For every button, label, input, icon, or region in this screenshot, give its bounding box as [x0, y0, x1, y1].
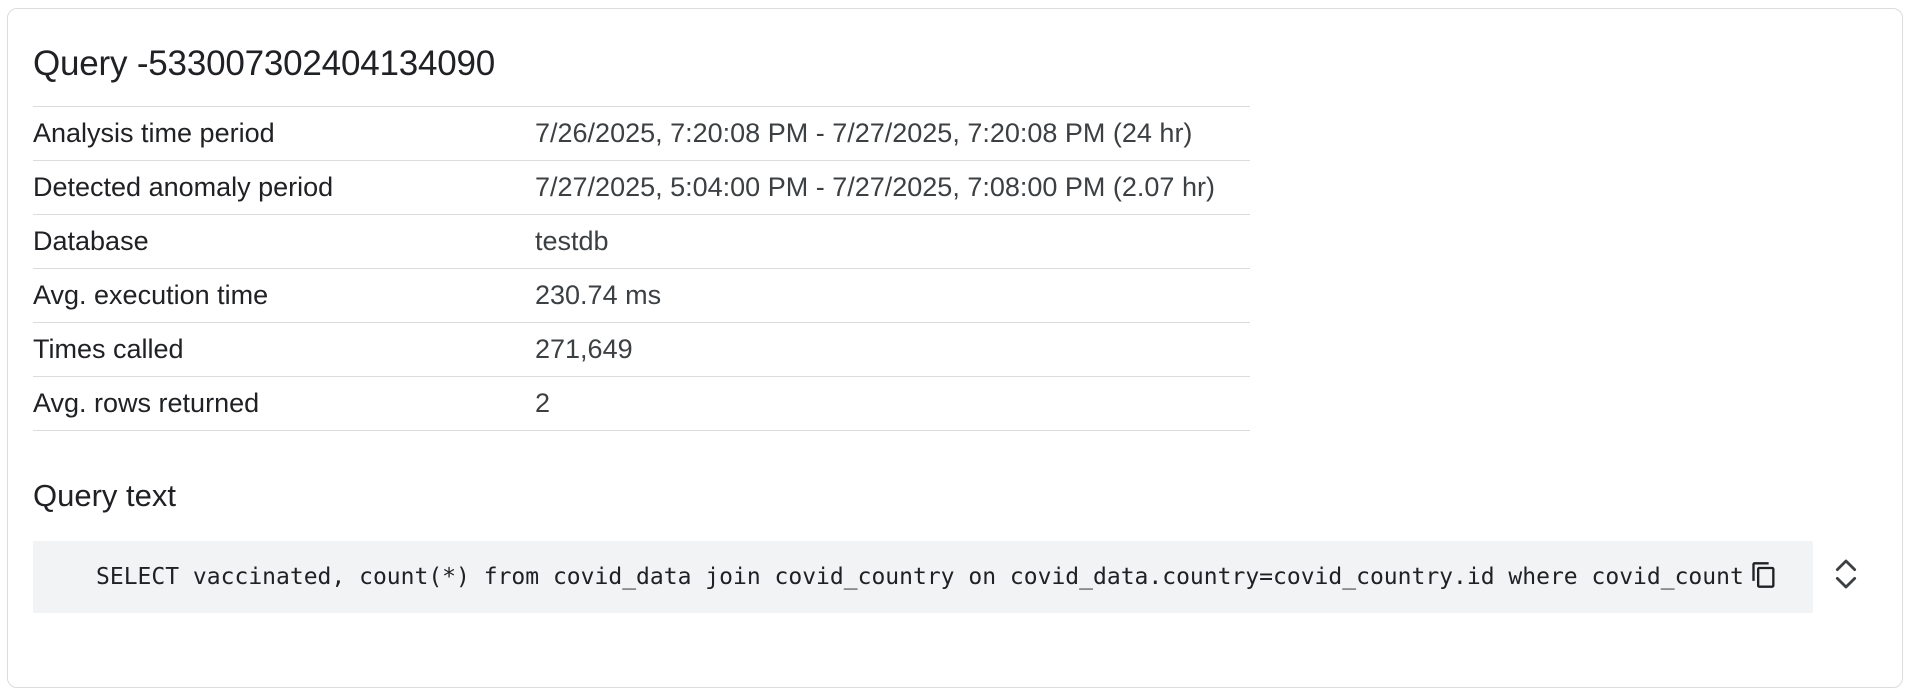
detail-row-database: Database testdb	[33, 214, 1250, 269]
copy-icon	[1750, 560, 1778, 595]
detail-label: Times called	[33, 322, 535, 377]
detail-row-avg-execution-time: Avg. execution time 230.74 ms	[33, 268, 1250, 323]
query-sql-text[interactable]: SELECT vaccinated, count(*) from covid_d…	[96, 541, 1772, 613]
expand-query-button[interactable]	[1826, 556, 1866, 596]
detail-label: Database	[33, 214, 535, 269]
detail-label: Analysis time period	[33, 106, 535, 161]
query-details-table: Analysis time period 7/26/2025, 7:20:08 …	[33, 106, 1250, 431]
detail-value: 7/27/2025, 5:04:00 PM - 7/27/2025, 7:08:…	[535, 160, 1250, 215]
detail-row-avg-rows-returned: Avg. rows returned 2	[33, 376, 1250, 431]
detail-row-detected-anomaly-period: Detected anomaly period 7/27/2025, 5:04:…	[33, 160, 1250, 215]
query-title: Query -5330073024041340​90	[33, 44, 496, 83]
detail-value: 230.74 ms	[535, 268, 1250, 323]
query-text-heading: Query text	[33, 478, 176, 513]
detail-value: 2	[535, 376, 1250, 431]
detail-row-times-called: Times called 271,649	[33, 322, 1250, 377]
copy-button[interactable]	[1746, 559, 1782, 595]
detail-row-analysis-time-period: Analysis time period 7/26/2025, 7:20:08 …	[33, 106, 1250, 161]
detail-value: testdb	[535, 214, 1250, 269]
unfold-more-icon	[1833, 556, 1859, 597]
detail-value: 271,649	[535, 322, 1250, 377]
query-text-code-block[interactable]: SELECT vaccinated, count(*) from covid_d…	[33, 541, 1813, 613]
detail-label: Avg. rows returned	[33, 376, 535, 431]
detail-label: Avg. execution time	[33, 268, 535, 323]
detail-label: Detected anomaly period	[33, 160, 535, 215]
detail-value: 7/26/2025, 7:20:08 PM - 7/27/2025, 7:20:…	[535, 106, 1250, 161]
